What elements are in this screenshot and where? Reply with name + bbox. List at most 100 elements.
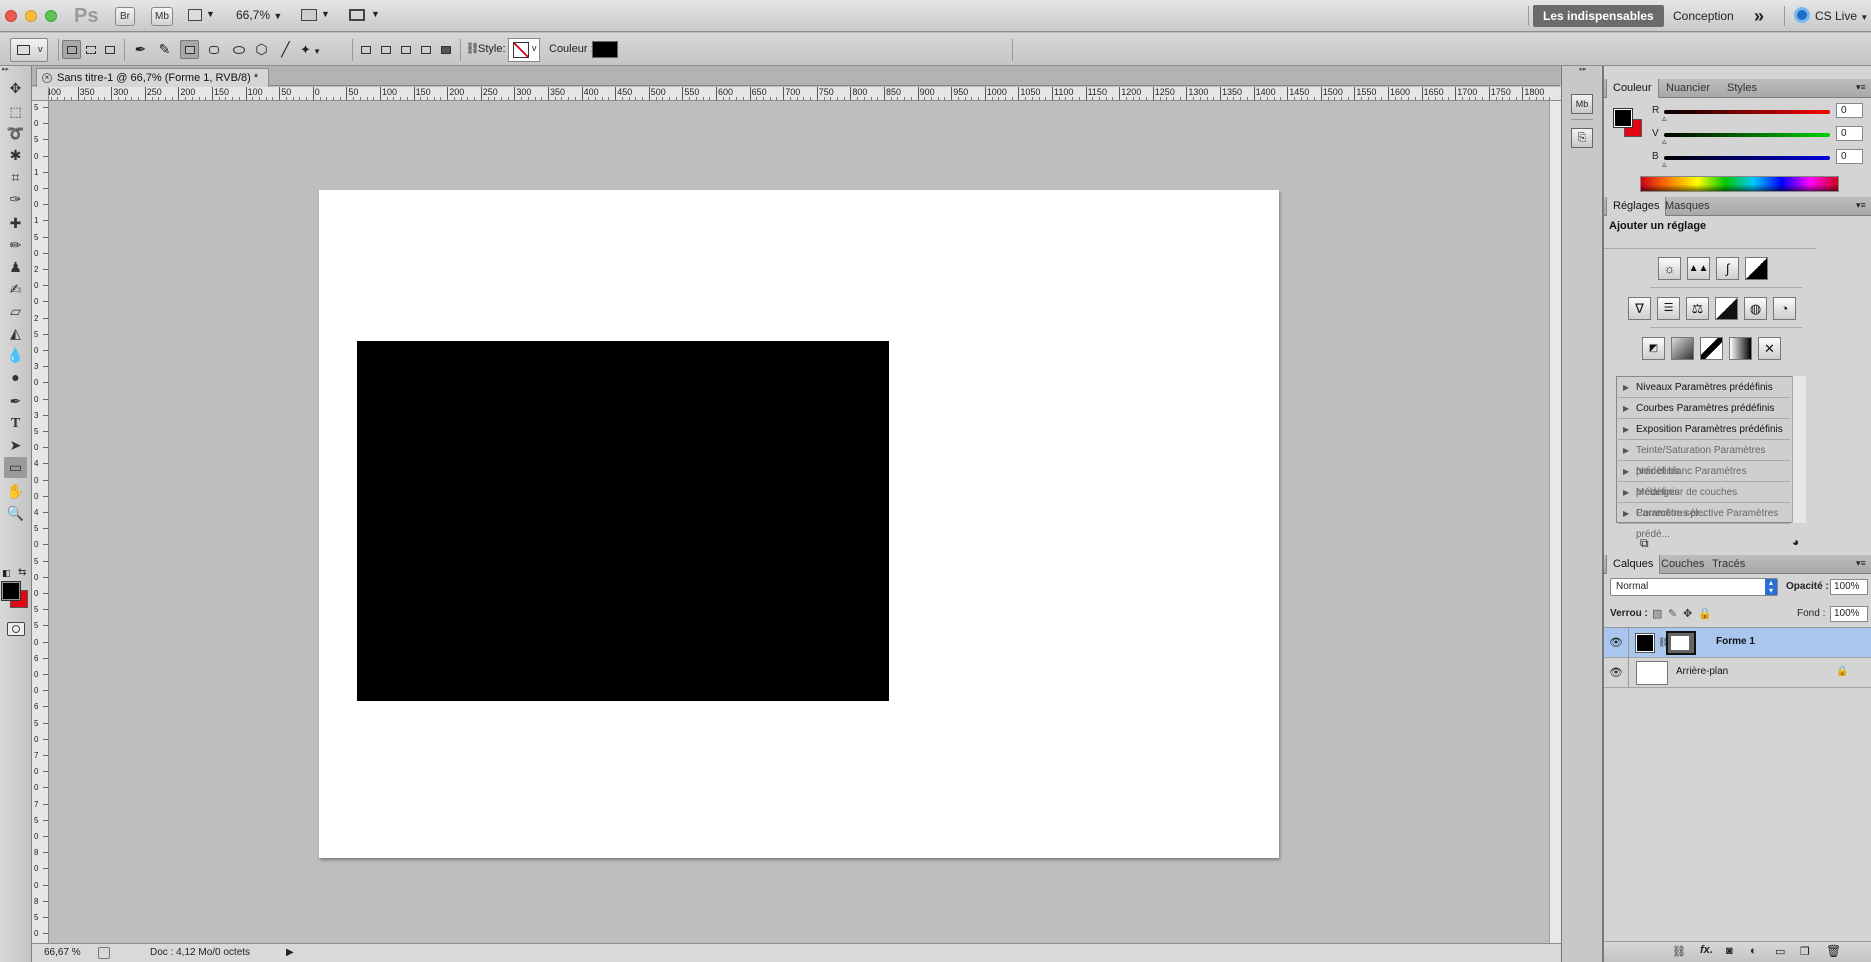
levels-icon[interactable]: ▲▲ <box>1687 257 1710 280</box>
panel-menu-icon[interactable]: ▾≡ <box>1856 558 1866 569</box>
presets-scrollbar[interactable] <box>1792 376 1806 523</box>
rectangle-tool-icon[interactable]: ▭ <box>4 457 27 478</box>
pen-tool-icon[interactable]: ✒ <box>131 40 150 59</box>
default-colors-icon[interactable]: ◧ <box>2 568 11 579</box>
tab-nuancier[interactable]: Nuancier <box>1660 79 1716 98</box>
rectangle-tool-button[interactable] <box>180 40 199 59</box>
eraser-tool-icon[interactable]: ▱ <box>4 301 27 322</box>
link-layers-icon[interactable]: ⛓ <box>1672 945 1686 958</box>
healing-brush-icon[interactable]: ✚ <box>4 213 27 234</box>
visibility-eye-icon[interactable]: 👁 <box>1609 636 1623 650</box>
slider-thumb-icon[interactable]: ▵ <box>1662 136 1667 147</box>
layer-name[interactable]: Forme 1 <box>1716 636 1755 647</box>
slider-thumb-icon[interactable]: ▵ <box>1662 159 1667 170</box>
add-mask-icon[interactable]: ◙ <box>1726 945 1733 957</box>
lasso-tool-icon[interactable]: ➰ <box>4 123 27 144</box>
document-tab[interactable]: × Sans titre-1 @ 66,7% (Forme 1, RVB/8) … <box>36 68 270 87</box>
arrange-documents-menu[interactable]: ▼ <box>301 9 331 23</box>
new-layer-mode-button[interactable] <box>356 40 375 59</box>
swap-colors-icon[interactable]: ⇆ <box>18 567 26 578</box>
photo-filter-icon[interactable]: ◍ <box>1744 297 1767 320</box>
posterize-icon[interactable] <box>1671 337 1694 360</box>
clip-to-layer-icon[interactable]: ⧉ <box>1640 536 1649 551</box>
subtract-shape-button[interactable] <box>396 40 415 59</box>
marquee-tool-icon[interactable]: ⬚ <box>4 101 27 122</box>
layer-style-button[interactable]: fx. <box>1700 944 1713 956</box>
zoom-tool-icon[interactable]: 🔍 <box>4 503 27 524</box>
threshold-icon[interactable] <box>1700 337 1723 360</box>
fill-field[interactable]: 100% <box>1830 606 1868 622</box>
channel-mixer-icon[interactable]: ◔ <box>1773 297 1796 320</box>
style-picker[interactable]: v <box>508 38 540 62</box>
color-spectrum-ramp[interactable] <box>1640 176 1839 192</box>
screen-mode-menu[interactable]: ▼ <box>349 9 383 23</box>
blur-tool-icon[interactable]: 💧 <box>4 345 27 366</box>
collapse-dock-icon[interactable]: ▸▸ <box>1562 66 1604 74</box>
vertical-scrollbar[interactable] <box>1549 101 1561 943</box>
black-white-icon[interactable] <box>1715 297 1738 320</box>
fill-pixels-mode-button[interactable] <box>100 40 119 59</box>
layer-name[interactable]: Arrière-plan <box>1676 666 1728 677</box>
path-selection-icon[interactable]: ➤ <box>4 435 27 456</box>
ellipse-tool-button[interactable] <box>228 40 247 59</box>
extras-menu[interactable]: ▼ <box>188 9 218 23</box>
vibrance-icon[interactable]: ∇ <box>1628 297 1651 320</box>
tab-masques[interactable]: Masques <box>1659 197 1716 216</box>
freeform-pen-icon[interactable]: ✎ <box>155 40 174 59</box>
color-balance-icon[interactable]: ⚖ <box>1686 297 1709 320</box>
panel-menu-icon[interactable]: ▾≡ <box>1856 82 1866 93</box>
exposure-icon[interactable] <box>1745 257 1768 280</box>
tab-styles[interactable]: Styles <box>1721 79 1763 98</box>
cs-live-button[interactable]: CS Live ▼ <box>1815 9 1868 23</box>
minimize-window-button[interactable] <box>25 10 37 22</box>
shape-layers-mode-button[interactable] <box>62 40 81 59</box>
visibility-eye-icon[interactable]: 👁 <box>1609 666 1623 680</box>
workspace-essentials-button[interactable]: Les indispensables <box>1533 5 1664 27</box>
custom-shape-dropdown[interactable]: ✦ ▼ <box>299 40 331 59</box>
crop-tool-icon[interactable]: ⌗ <box>4 167 27 188</box>
preset-item[interactable]: Correction sélective Paramètres prédé... <box>1618 503 1790 540</box>
zoom-readout[interactable]: 66,67 % <box>44 944 81 962</box>
move-tool-icon[interactable]: ✥ <box>4 78 27 99</box>
preset-item[interactable]: Noir et blanc Paramètres prédéfinis <box>1618 461 1790 498</box>
selective-color-icon[interactable]: ✕ <box>1758 337 1781 360</box>
preset-item[interactable]: Courbes Paramètres prédéfinis <box>1618 398 1790 419</box>
paths-mode-button[interactable] <box>81 40 100 59</box>
reset-adjustment-icon[interactable]: ◕ <box>1792 535 1799 549</box>
line-tool-icon[interactable]: ╱ <box>276 40 295 59</box>
minibridge-button[interactable]: Mb <box>151 7 173 26</box>
lock-position-icon[interactable]: ✥ <box>1683 607 1692 620</box>
lock-pixels-icon[interactable]: ✎ <box>1668 607 1677 620</box>
eyedropper-icon[interactable]: ✑ <box>4 189 27 210</box>
dodge-tool-icon[interactable]: ● <box>4 367 27 388</box>
new-group-icon[interactable]: ▭ <box>1775 945 1785 958</box>
polygon-icon[interactable]: ⬡ <box>252 40 271 59</box>
status-options-icon[interactable] <box>98 947 110 959</box>
collapse-toolbox-icon[interactable]: ▸▸ <box>0 66 32 74</box>
type-tool-icon[interactable]: T <box>4 413 27 434</box>
tab-reglages[interactable]: Réglages <box>1606 197 1667 216</box>
slider-thumb-icon[interactable]: ▵ <box>1662 113 1667 124</box>
history-panel-icon[interactable]: ⎘ <box>1571 128 1593 148</box>
hand-tool-icon[interactable]: ✋ <box>4 481 27 502</box>
blend-mode-select[interactable]: Normal ▴ ▾ <box>1610 578 1778 596</box>
close-document-icon[interactable]: × <box>42 73 52 83</box>
red-value-field[interactable]: 0 <box>1836 103 1863 118</box>
bridge-button[interactable]: Br <box>115 7 135 26</box>
preset-item[interactable]: Niveaux Paramètres prédéfinis <box>1618 377 1790 398</box>
clone-stamp-icon[interactable]: ♟ <box>4 257 27 278</box>
green-value-field[interactable]: 0 <box>1836 126 1863 141</box>
brush-tool-icon[interactable]: ✏ <box>4 235 27 256</box>
invert-icon[interactable]: ◩ <box>1642 337 1665 360</box>
delete-layer-icon[interactable]: 🗑 <box>1826 944 1841 958</box>
layer-row-arriere-plan[interactable]: 👁 Arrière-plan 🔒 <box>1604 658 1871 688</box>
red-slider[interactable] <box>1664 110 1830 114</box>
quick-selection-icon[interactable]: ✱ <box>4 145 27 166</box>
layer-row-forme-1[interactable]: 👁 ⛓ Forme 1 <box>1604 628 1871 658</box>
lock-all-icon[interactable]: 🔒 <box>1698 607 1712 620</box>
zoom-level-dropdown[interactable]: 66,7% ▼ <box>236 8 282 22</box>
more-workspaces-icon[interactable]: » <box>1754 6 1764 27</box>
opacity-field[interactable]: 100% <box>1830 579 1868 595</box>
paint-bucket-icon[interactable]: ◭ <box>4 323 27 344</box>
preset-item[interactable]: Mélangeur de couches Paramètres pr... <box>1618 482 1790 519</box>
